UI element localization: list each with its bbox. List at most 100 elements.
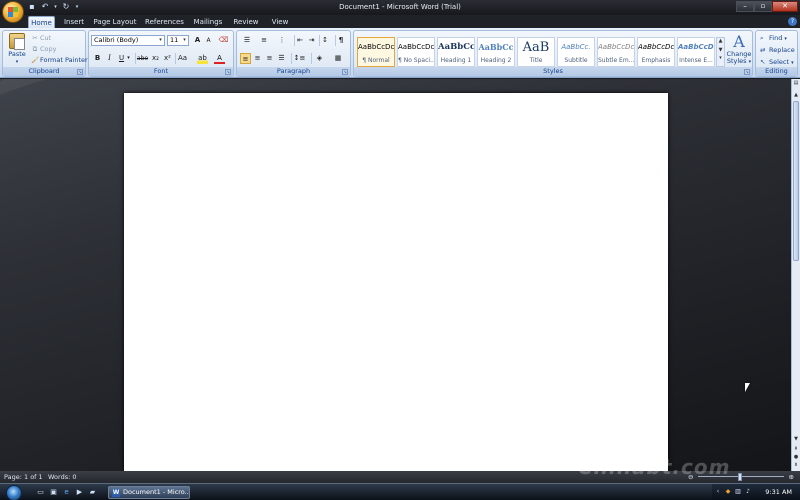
justify-button[interactable]: ☰ xyxy=(276,53,287,64)
style-intense-emphasis[interactable]: AaBbCcDc Intense E... xyxy=(677,37,715,67)
next-page-icon[interactable]: ⇟ xyxy=(792,461,800,469)
clear-formatting-button[interactable]: ⌫ xyxy=(218,35,229,46)
font-color-button[interactable]: A xyxy=(214,53,225,64)
previous-page-icon[interactable]: ⇞ xyxy=(792,445,800,453)
cut-button[interactable]: ✂ Cut xyxy=(31,33,51,43)
ruler-toggle-icon[interactable]: ▤ xyxy=(792,79,800,87)
superscript-button[interactable]: x² xyxy=(162,53,173,64)
save-icon[interactable]: ▪ xyxy=(27,2,37,12)
clock[interactable]: 9:31 AM xyxy=(765,488,792,496)
chevron-down-icon[interactable]: ▼ xyxy=(717,47,724,53)
align-left-button[interactable]: ≡ xyxy=(240,53,251,64)
customize-icon[interactable]: ▾ xyxy=(74,2,80,12)
taskbar-word-button[interactable]: W Document1 - Micro... xyxy=(108,486,190,499)
scroll-up-icon[interactable]: ▲ xyxy=(792,91,800,99)
style-sample: AaBbCc. xyxy=(561,43,591,51)
increase-indent-button[interactable]: ⇥ xyxy=(306,35,317,46)
switch-windows-icon[interactable]: ▣ xyxy=(49,488,58,497)
style-emphasis[interactable]: AaBbCcDc Emphasis xyxy=(637,37,675,67)
align-center-button[interactable]: ≡ xyxy=(252,53,263,64)
paste-button[interactable]: Paste ▾ xyxy=(6,33,28,67)
scrollbar-thumb[interactable] xyxy=(793,101,799,261)
tray-expand-icon[interactable]: ‹ xyxy=(714,488,722,496)
highlight-button[interactable]: ab xyxy=(197,53,208,64)
style-no-spacing[interactable]: AaBbCcDc ¶ No Spaci... xyxy=(397,37,435,67)
align-right-button[interactable]: ≡ xyxy=(264,53,275,64)
paragraph-launcher-icon[interactable]: ↘ xyxy=(342,69,348,75)
bold-button[interactable]: B xyxy=(92,53,103,64)
network-icon[interactable]: ▥ xyxy=(734,488,742,496)
maximize-button[interactable]: ▫ xyxy=(754,1,772,12)
decrease-indent-button[interactable]: ⇤ xyxy=(294,35,305,46)
undo-icon[interactable]: ↶ xyxy=(40,2,50,12)
zoom-in-icon[interactable]: ⊕ xyxy=(789,471,794,483)
browse-object-icon[interactable]: ● xyxy=(792,453,800,461)
folder-icon[interactable]: ▰ xyxy=(88,488,97,497)
help-icon[interactable]: ? xyxy=(788,17,797,26)
borders-button[interactable]: ▦ xyxy=(330,53,346,64)
chevron-up-icon[interactable]: ▲ xyxy=(717,38,724,44)
font-family-select[interactable]: Calibri (Body) ▾ xyxy=(91,35,165,46)
paste-dropdown-icon[interactable]: ▾ xyxy=(6,59,28,65)
font-size-select[interactable]: 11 ▾ xyxy=(167,35,189,46)
font-launcher-icon[interactable]: ↘ xyxy=(225,69,231,75)
styles-group: AaBbCcDc ¶ Normal AaBbCcDc ¶ No Spaci...… xyxy=(353,30,753,77)
media-player-icon[interactable]: ▶ xyxy=(75,488,84,497)
office-button[interactable] xyxy=(2,1,24,23)
sort-button[interactable]: ↕ xyxy=(319,35,330,46)
tab-review[interactable]: Review xyxy=(230,16,262,28)
bold-icon: B xyxy=(94,54,101,62)
style-normal[interactable]: AaBbCcDc ¶ Normal xyxy=(357,37,395,67)
style-sample: AaBbCcDc xyxy=(638,43,674,51)
start-button[interactable] xyxy=(6,485,22,500)
internet-explorer-icon[interactable]: e xyxy=(62,488,71,497)
style-heading-1[interactable]: AaBbCc Heading 1 xyxy=(437,37,475,67)
multilevel-list-button[interactable]: ⋮ xyxy=(275,35,289,46)
italic-button[interactable]: I xyxy=(104,53,115,64)
line-spacing-button[interactable]: ↕≡ xyxy=(291,53,307,64)
replace-button[interactable]: ⇄ Replace xyxy=(760,45,795,56)
word-count[interactable]: Words: 0 xyxy=(48,471,77,483)
redo-icon[interactable]: ↻ xyxy=(61,2,71,12)
underline-dropdown-icon[interactable]: ▾ xyxy=(126,53,131,64)
style-subtle-emphasis[interactable]: AaBbCcDc Subtle Em... xyxy=(597,37,635,67)
tab-view[interactable]: View xyxy=(267,16,293,28)
show-hide-button[interactable]: ¶ xyxy=(335,35,346,46)
tab-references[interactable]: References xyxy=(143,16,186,28)
security-icon[interactable]: ◆ xyxy=(724,488,732,496)
numbering-button[interactable]: ≡ xyxy=(257,35,271,46)
zoom-knob[interactable] xyxy=(738,473,742,481)
document-page[interactable] xyxy=(124,93,668,471)
copy-button[interactable]: ⧉ Copy xyxy=(31,44,57,54)
clipboard-launcher-icon[interactable]: ↘ xyxy=(77,69,83,75)
page-count[interactable]: Page: 1 of 1 xyxy=(4,471,43,483)
close-button[interactable]: ✕ xyxy=(772,1,798,12)
shrink-font-button[interactable]: A xyxy=(203,35,214,46)
show-desktop-icon[interactable]: ▭ xyxy=(36,488,45,497)
minimize-button[interactable]: – xyxy=(736,1,754,12)
format-painter-button[interactable]: 🖌Format Painter xyxy=(31,55,88,65)
decrease-indent-icon: ⇤ xyxy=(297,36,303,44)
subscript-button[interactable]: x₂ xyxy=(150,53,161,64)
change-case-button[interactable]: Aa xyxy=(175,53,189,64)
styles-launcher-icon[interactable]: ↘ xyxy=(744,69,750,75)
volume-icon[interactable]: ♪ xyxy=(744,488,752,496)
tab-insert[interactable]: Insert xyxy=(60,16,88,28)
scroll-down-icon[interactable]: ▼ xyxy=(792,435,800,443)
tab-home[interactable]: Home xyxy=(28,16,55,28)
bullets-button[interactable]: ☰ xyxy=(240,35,254,46)
more-icon[interactable]: ▾ xyxy=(717,55,724,61)
find-button[interactable]: ⌕ Find ▾ xyxy=(760,33,787,44)
tab-page-layout[interactable]: Page Layout xyxy=(92,16,138,28)
shading-button[interactable]: ◈ xyxy=(311,53,327,64)
grow-font-button[interactable]: A xyxy=(192,35,203,46)
style-title[interactable]: AaB Title xyxy=(517,37,555,67)
change-styles-button[interactable]: A Change Styles ▾ xyxy=(724,33,754,69)
vertical-scrollbar[interactable]: ▤ ▲ ▼ ⇞ ● ⇟ xyxy=(791,79,800,471)
style-heading-2[interactable]: AaBbCc Heading 2 xyxy=(477,37,515,67)
style-subtitle[interactable]: AaBbCc. Subtitle xyxy=(557,37,595,67)
tab-mailings[interactable]: Mailings xyxy=(190,16,226,28)
strikethrough-button[interactable]: abe xyxy=(135,53,149,64)
dropdown-arrow-icon[interactable]: ▾ xyxy=(53,2,58,12)
italic-icon: I xyxy=(108,54,111,62)
